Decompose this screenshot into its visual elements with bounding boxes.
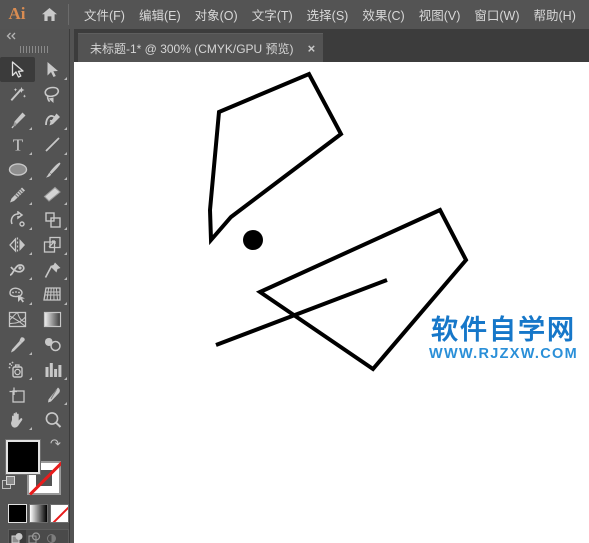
draw-normal-button[interactable] [9,530,26,543]
blend-tool[interactable] [35,332,70,357]
menu-effect[interactable]: 效果(C) [355,1,411,29]
menu-object[interactable]: 对象(O) [188,1,245,29]
menu-bar: Ai 文件(F) 编辑(E) 对象(O) 文字(T) 选择(S) 效果(C) 视… [0,0,589,29]
gradient-mode-button[interactable] [29,504,48,523]
line-segment-tool[interactable] [35,132,70,157]
reflect-tool[interactable] [0,232,35,257]
tool-grid: T [0,57,69,432]
artboard-canvas[interactable]: 软件自学网 WWW.RJZXW.COM [74,62,589,543]
pen-tool[interactable] [0,107,35,132]
fish-eye[interactable] [243,230,263,250]
symbol-sprayer-tool[interactable] [0,357,35,382]
home-icon[interactable] [34,7,64,22]
menu-window[interactable]: 窗口(W) [467,1,526,29]
rotate-tool[interactable] [0,207,35,232]
menu-edit[interactable]: 编辑(E) [132,1,188,29]
mesh-tool[interactable] [0,307,35,332]
color-mode-row [8,504,69,523]
draw-inside-button[interactable] [43,530,60,543]
illustrator-window: Ai 文件(F) 编辑(E) 对象(O) 文字(T) 选择(S) 效果(C) 视… [0,0,589,543]
slice-tool[interactable] [35,382,70,407]
hand-tool[interactable] [0,407,35,432]
close-icon[interactable]: × [308,42,316,55]
watermark-chinese: 软件自学网 [431,315,576,346]
collapse-panel-button[interactable] [0,29,69,42]
artboard-tool[interactable] [0,382,35,407]
svg-text:T: T [12,136,23,153]
menu-help[interactable]: 帮助(H) [527,1,583,29]
ellipse-tool[interactable] [0,157,35,182]
lasso-tool[interactable] [35,82,70,107]
magic-wand-tool[interactable] [0,82,35,107]
fill-stroke-swatches: ↷ [2,436,64,498]
menu-divider [68,4,69,25]
menu-view[interactable]: 视图(V) [412,1,468,29]
eyedropper-tool[interactable] [0,332,35,357]
curvature-tool[interactable] [35,107,70,132]
perspective-grid-tool[interactable] [35,282,70,307]
document-tab-bar: 未标题-1* @ 300% (CMYK/GPU 预览) × [74,29,589,62]
eraser-tool[interactable] [35,182,70,207]
fish-body-shape[interactable] [207,71,344,246]
none-mode-button[interactable] [50,504,69,523]
gradient-tool[interactable] [35,307,70,332]
zoom-tool[interactable] [35,407,70,432]
fish-fin-line[interactable] [215,278,388,347]
document-tab[interactable]: 未标题-1* @ 300% (CMYK/GPU 预览) × [78,33,324,62]
panel-drag-handle[interactable] [0,42,69,56]
selection-tool[interactable] [0,57,35,82]
width-tool[interactable] [0,257,35,282]
shape-builder-tool[interactable] [0,282,35,307]
type-tool[interactable]: T [0,132,35,157]
document-tab-label: 未标题-1* @ 300% (CMYK/GPU 预览) [90,41,294,56]
watermark: 软件自学网 WWW.RJZXW.COM [429,317,578,362]
watermark-url: WWW.RJZXW.COM [429,346,578,362]
draw-mode-row [8,529,69,543]
swap-fill-stroke-icon[interactable]: ↷ [50,436,61,452]
color-mode-button[interactable] [8,504,27,523]
fill-swatch[interactable] [5,439,41,475]
app-logo: Ai [8,4,26,23]
direct-selection-tool[interactable] [35,57,70,82]
menu-select[interactable]: 选择(S) [300,1,356,29]
default-fill-stroke-icon[interactable] [2,476,16,490]
scale-tool[interactable] [35,207,70,232]
puppet-warp-tool[interactable] [35,257,70,282]
column-graph-tool[interactable] [35,357,70,382]
free-transform-tool[interactable] [35,232,70,257]
tools-panel: T ↷ [0,29,70,543]
shaper-tool[interactable] [0,182,35,207]
menu-type[interactable]: 文字(T) [245,1,300,29]
paintbrush-tool[interactable] [35,157,70,182]
menu-file[interactable]: 文件(F) [77,1,132,29]
draw-behind-button[interactable] [26,530,43,543]
fish-artwork[interactable] [74,62,589,543]
